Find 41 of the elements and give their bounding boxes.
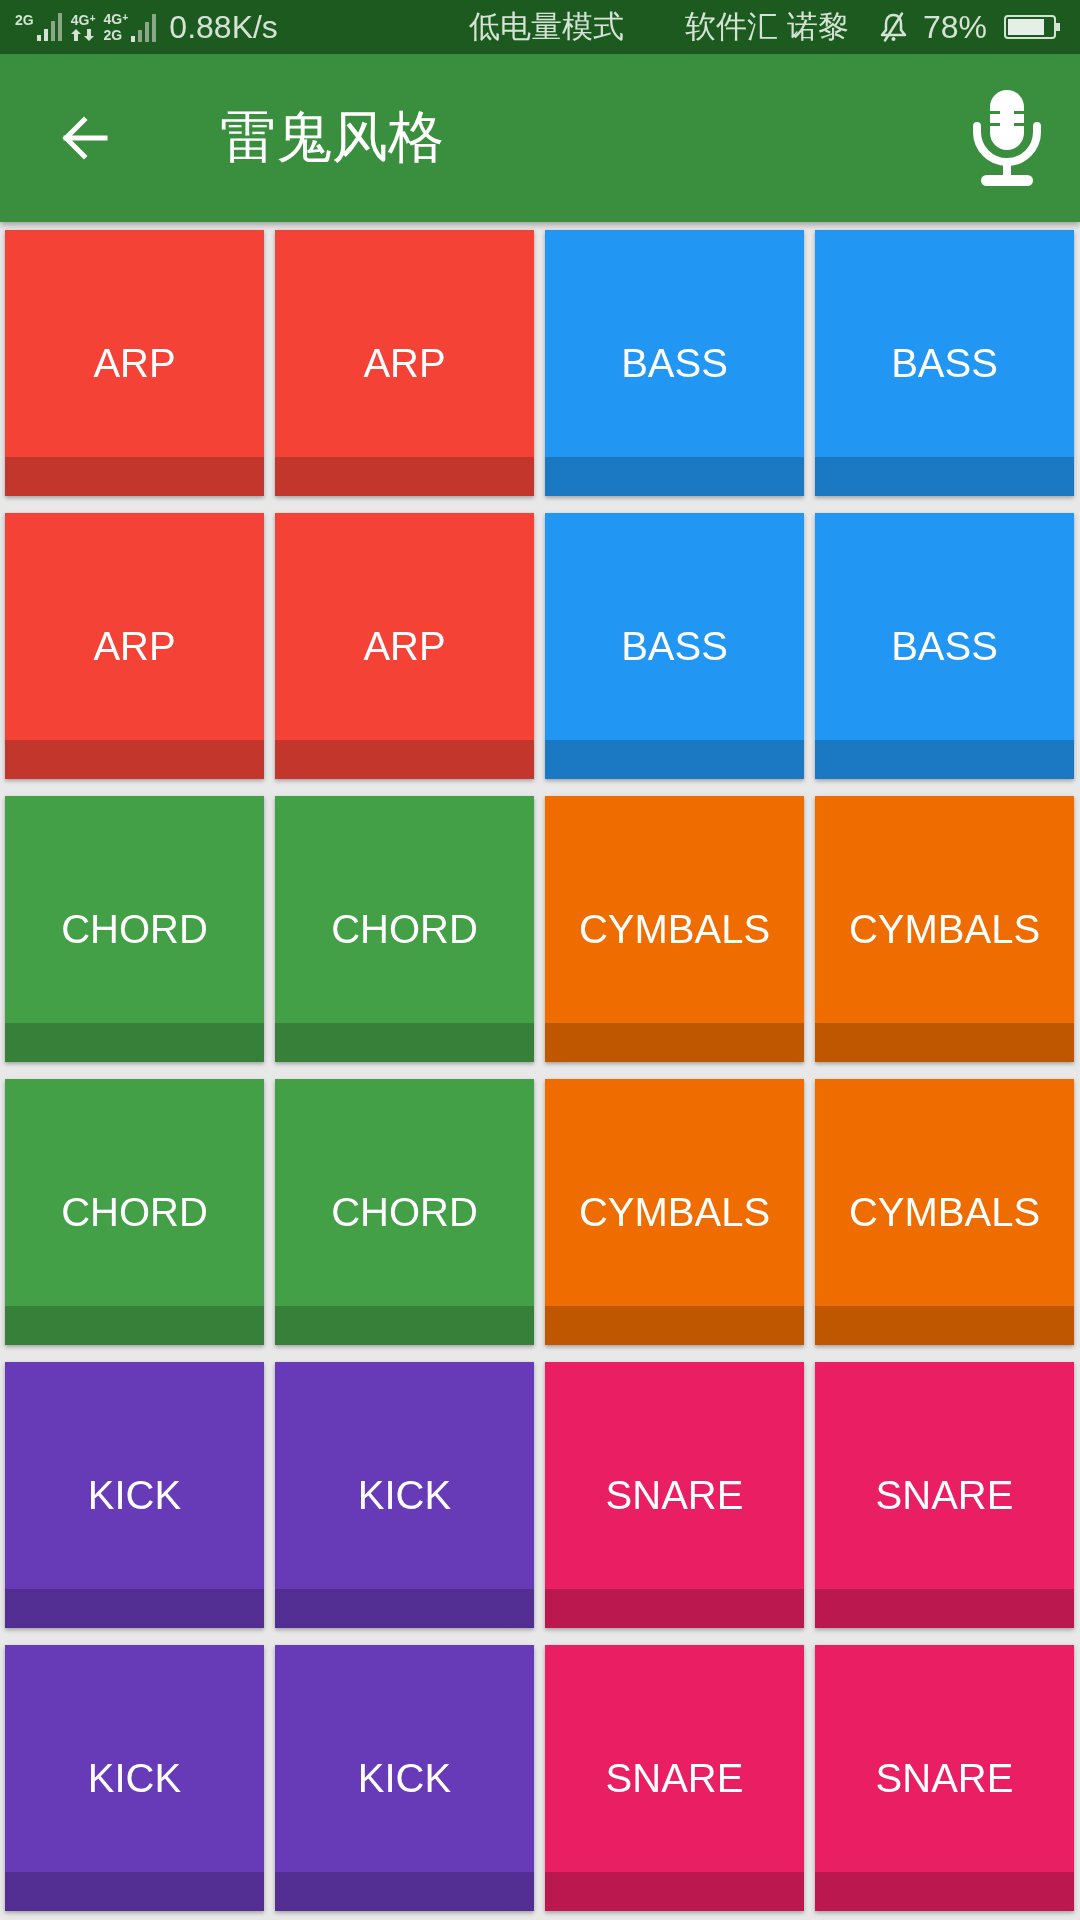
signal-icon [36,13,63,41]
battery-icon [1004,15,1060,39]
battery-percent: 78% [922,8,987,46]
network-type-label: 4G$^{+}$ [103,12,129,26]
sound-pad[interactable]: ARP [5,230,264,496]
sound-pad[interactable]: SNARE [815,1362,1074,1628]
data-arrows-icon [70,29,94,41]
network-type-label: 4G$^{+}$ [70,13,96,27]
sound-pad[interactable]: BASS [815,513,1074,779]
network-speed: 0.88K/s [169,8,278,46]
muted-bell-icon [878,12,908,42]
sound-pad[interactable]: ARP [275,230,534,496]
sound-pad[interactable]: CYMBALS [815,796,1074,1062]
sound-pad[interactable]: CYMBALS [815,1079,1074,1345]
sound-pad[interactable]: CHORD [275,796,534,1062]
sound-pad[interactable]: KICK [275,1362,534,1628]
sound-pad[interactable]: CHORD [5,1079,264,1345]
signal-icon [131,14,158,42]
sound-pad[interactable]: BASS [545,230,804,496]
sound-pad[interactable]: SNARE [545,1362,804,1628]
network-type-label: 2G [103,28,123,42]
screen-title: 雷鬼风格 [220,104,444,170]
sound-pad[interactable]: BASS [815,230,1074,496]
sound-pad[interactable]: ARP [275,513,534,779]
carrier-name: 软件汇 诺黎 [685,8,849,46]
sound-pad[interactable]: CHORD [275,1079,534,1345]
sound-pad[interactable]: CYMBALS [545,1079,804,1345]
back-arrow-icon [60,114,108,162]
microphone-icon [973,90,1041,186]
power-mode-label: 低电量模式 [469,8,625,46]
sound-pad[interactable]: SNARE [815,1645,1074,1911]
voice-button[interactable] [973,90,1041,186]
sound-pad[interactable]: KICK [275,1645,534,1911]
sound-pad[interactable]: CYMBALS [545,796,804,1062]
sound-pad[interactable]: KICK [5,1362,264,1628]
sound-pad[interactable]: ARP [5,513,264,779]
sound-pad[interactable]: CHORD [5,796,264,1062]
sound-pad[interactable]: SNARE [545,1645,804,1911]
network-type-label: 2G [15,13,34,27]
sound-pad[interactable]: KICK [5,1645,264,1911]
sound-pad[interactable]: BASS [545,513,804,779]
